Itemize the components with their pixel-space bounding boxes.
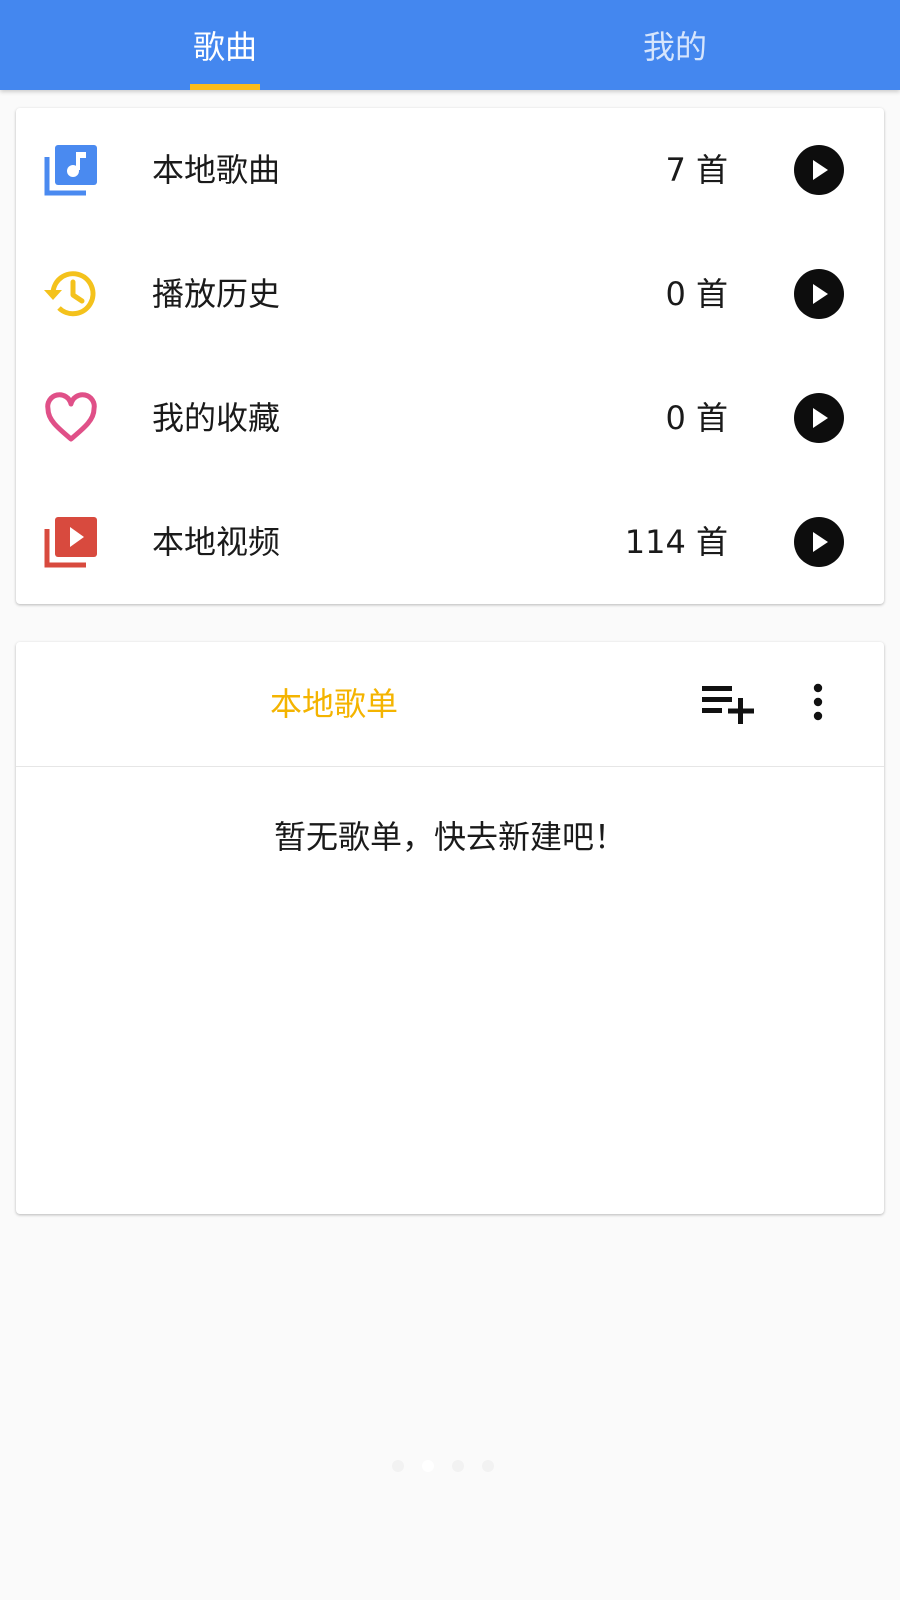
tab-mine[interactable]: 我的 bbox=[450, 0, 900, 90]
play-local-videos-button[interactable] bbox=[794, 517, 844, 567]
library-row-count: 114 首 bbox=[624, 523, 728, 561]
play-local-songs-button[interactable] bbox=[794, 145, 844, 195]
library-row-label: 播放历史 bbox=[152, 275, 281, 313]
library-row-label: 本地歌曲 bbox=[152, 151, 281, 189]
more-vert-icon[interactable] bbox=[806, 682, 830, 726]
library-row-favorites[interactable]: 我的收藏 0 首 bbox=[16, 356, 884, 480]
page-indicator-dot bbox=[392, 1460, 404, 1472]
page-indicator-dot bbox=[452, 1460, 464, 1472]
top-tab-bar: 歌曲 我的 bbox=[0, 0, 900, 90]
library-row-local-songs[interactable]: 本地歌曲 7 首 bbox=[16, 108, 884, 232]
library-row-label: 本地视频 bbox=[152, 523, 281, 561]
tab-mine-label: 我的 bbox=[642, 28, 707, 66]
library-row-count: 0 首 bbox=[665, 399, 728, 437]
playlist-add-icon[interactable] bbox=[702, 682, 756, 726]
active-tab-indicator bbox=[190, 84, 260, 90]
playlist-empty-message: 暂无歌单，快去新建吧！ bbox=[273, 818, 626, 856]
playlist-card: 本地歌单 暂无歌单，快去新建吧！ bbox=[16, 642, 884, 1214]
page-indicator bbox=[392, 1460, 512, 1476]
library-row-play-history[interactable]: 播放历史 0 首 bbox=[16, 232, 884, 356]
history-icon bbox=[44, 267, 98, 321]
playlist-header: 本地歌单 bbox=[16, 642, 884, 767]
page-indicator-dot bbox=[482, 1460, 494, 1472]
tab-songs[interactable]: 歌曲 bbox=[0, 0, 450, 90]
video-library-icon bbox=[44, 515, 98, 569]
music-library-icon bbox=[44, 143, 98, 197]
playlist-title[interactable]: 本地歌单 bbox=[270, 642, 398, 766]
play-history-button[interactable] bbox=[794, 269, 844, 319]
library-row-count: 7 首 bbox=[665, 151, 728, 189]
play-favorites-button[interactable] bbox=[794, 393, 844, 443]
library-row-count: 0 首 bbox=[665, 275, 728, 313]
page-indicator-dot-active bbox=[422, 1460, 434, 1472]
library-row-local-videos[interactable]: 本地视频 114 首 bbox=[16, 480, 884, 604]
library-row-label: 我的收藏 bbox=[152, 399, 281, 437]
heart-icon bbox=[44, 391, 98, 445]
tab-songs-label: 歌曲 bbox=[192, 28, 257, 66]
library-card: 本地歌曲 7 首 播放历史 0 首 我的收藏 0 首 本地视频 114 首 bbox=[16, 108, 884, 604]
